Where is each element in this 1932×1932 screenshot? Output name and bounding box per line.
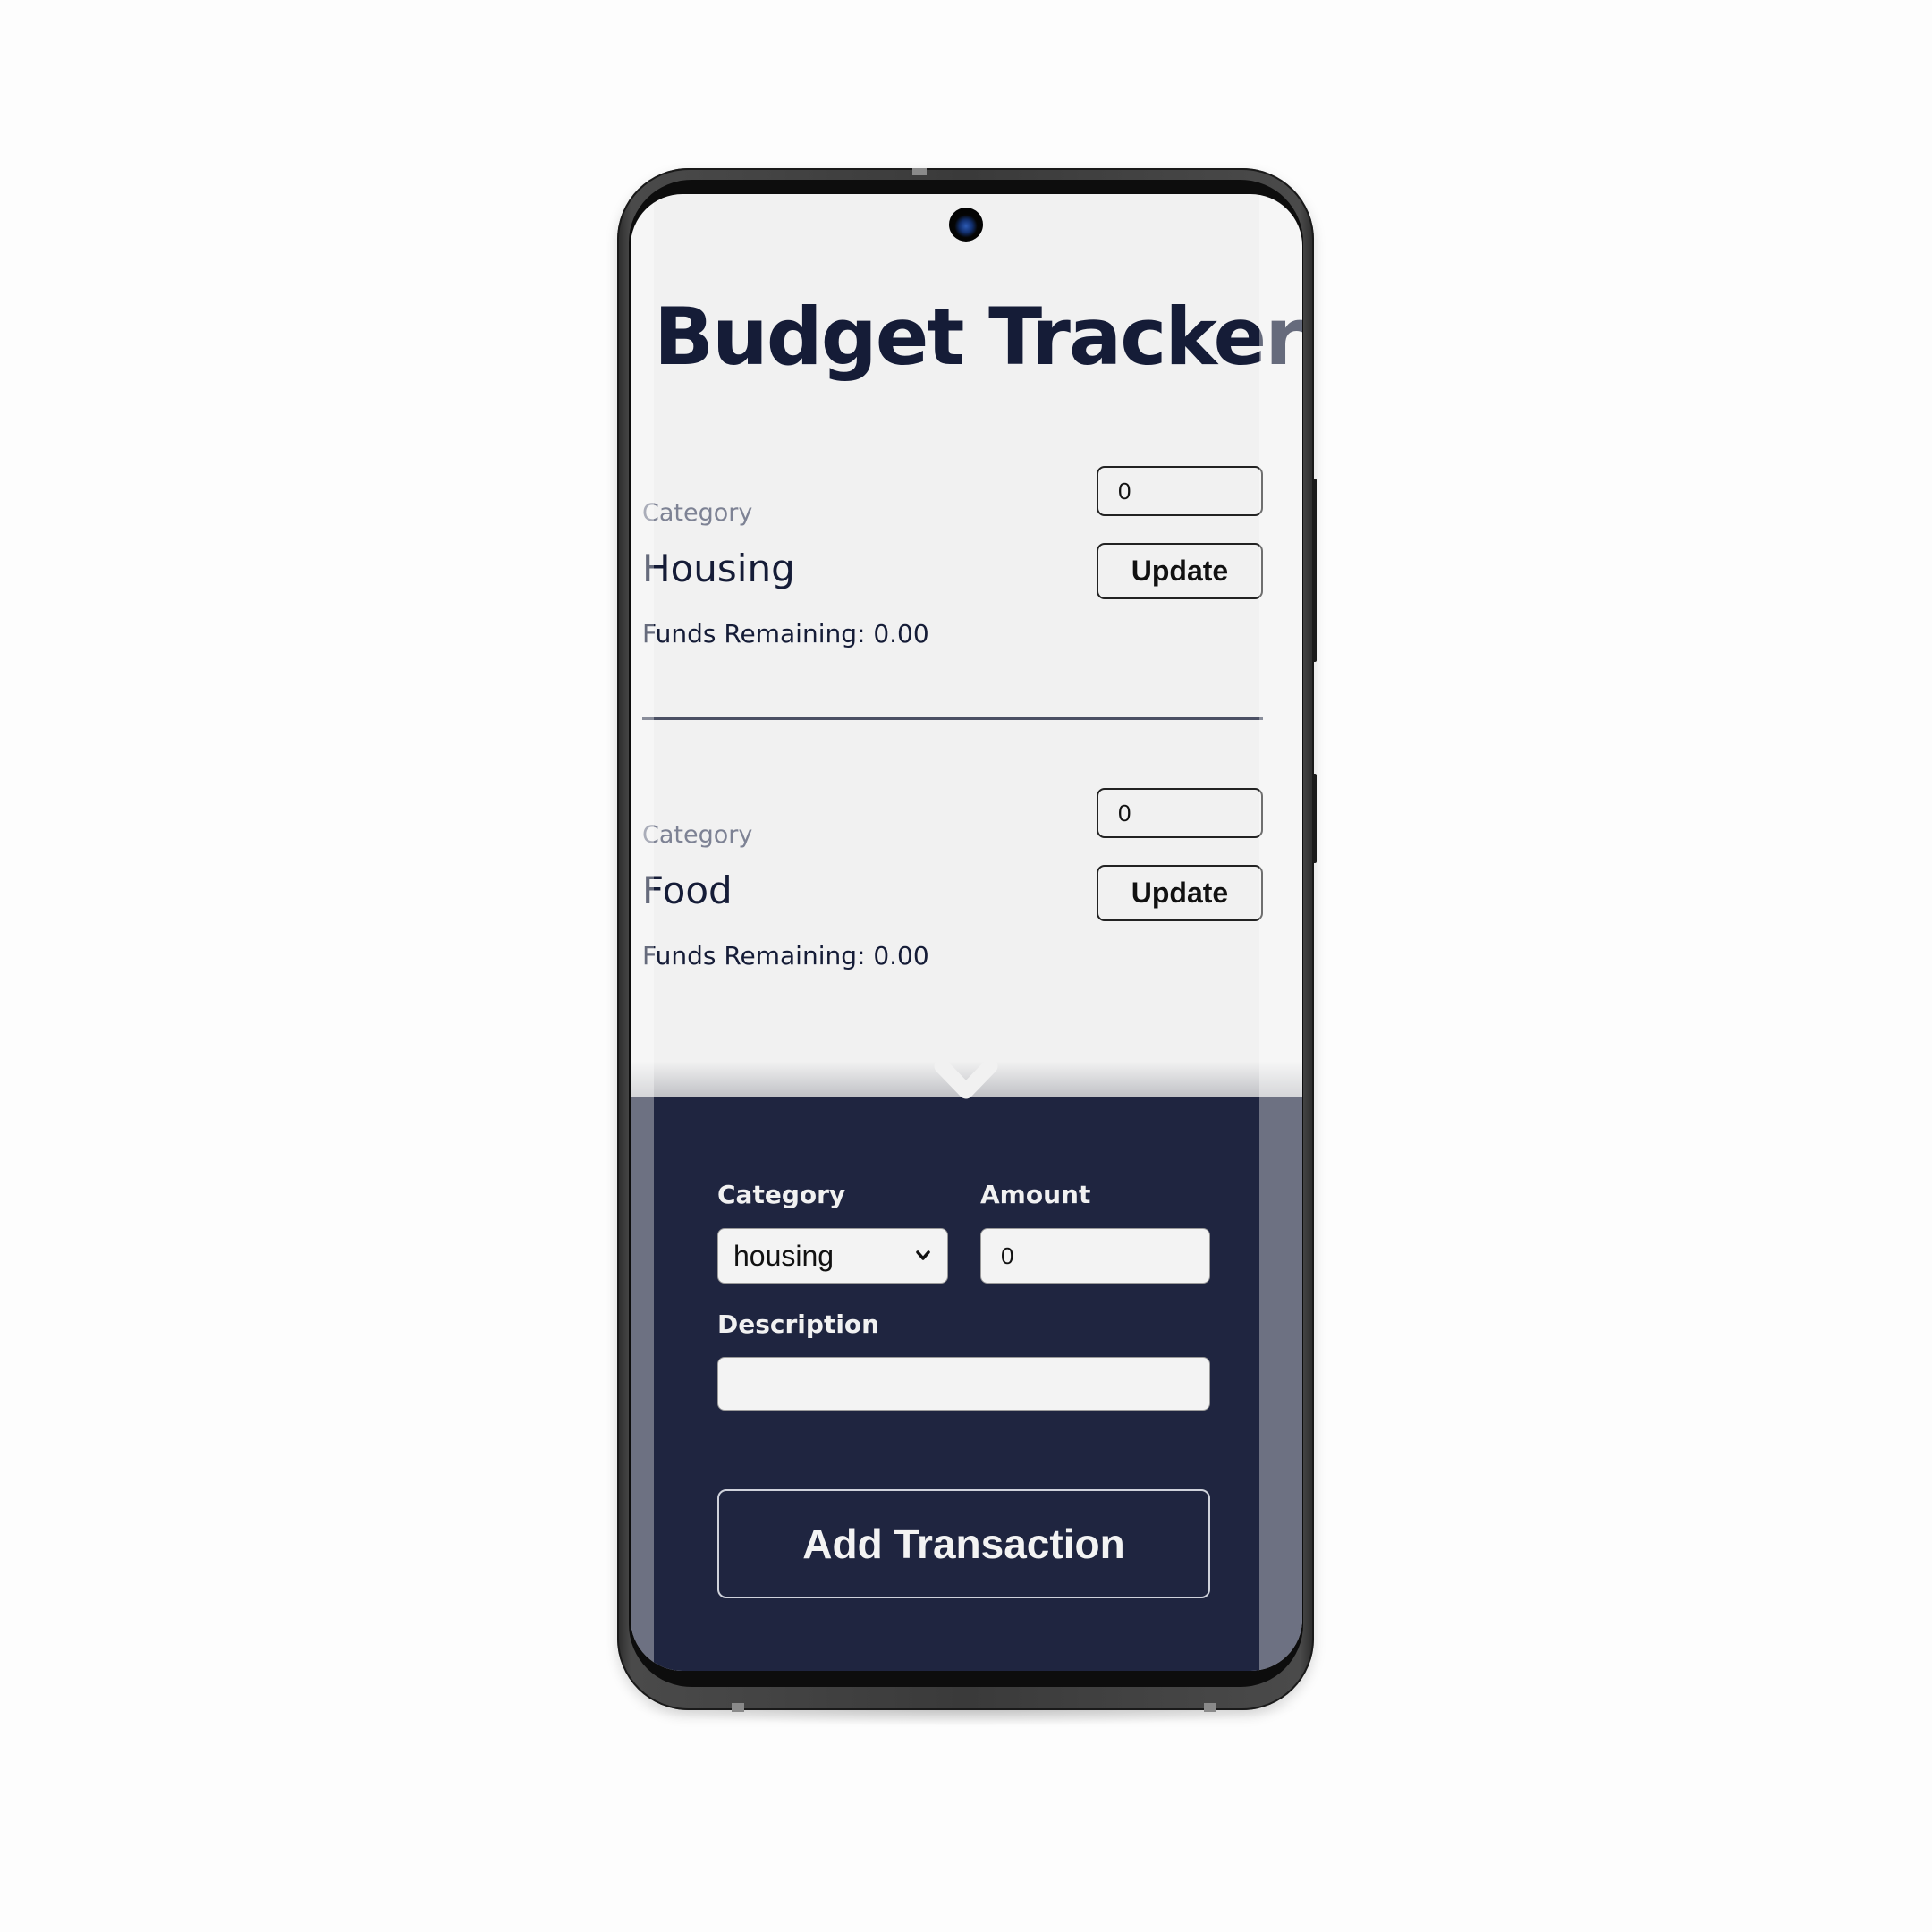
description-input[interactable] xyxy=(717,1357,1210,1411)
category-divider xyxy=(642,717,1263,720)
page-title: Budget Tracker xyxy=(654,291,1302,383)
category-name: Food xyxy=(642,869,733,912)
chevron-down-icon[interactable] xyxy=(933,1057,999,1104)
update-button[interactable]: Update xyxy=(1097,865,1263,921)
phone-top-sensor xyxy=(912,168,927,175)
update-button[interactable]: Update xyxy=(1097,543,1263,599)
power-button xyxy=(1312,774,1317,863)
transaction-panel: Category Amount housing Description Add … xyxy=(631,1058,1302,1671)
amount-input[interactable] xyxy=(980,1228,1210,1284)
category-name: Housing xyxy=(642,547,795,590)
chevron-down-icon xyxy=(916,1250,930,1260)
phone-screen: Budget Tracker Category Housing Funds Re… xyxy=(631,194,1302,1671)
category-select[interactable]: housing xyxy=(717,1228,948,1284)
add-transaction-button[interactable]: Add Transaction xyxy=(717,1489,1210,1598)
budget-input[interactable] xyxy=(1097,788,1263,838)
phone-bottom-port-left xyxy=(732,1703,744,1712)
category-select-value: housing xyxy=(733,1239,835,1272)
front-camera xyxy=(949,208,983,242)
phone-bottom-port-right xyxy=(1204,1703,1216,1712)
volume-button xyxy=(1312,479,1317,662)
description-field-label: Description xyxy=(717,1309,880,1339)
amount-field-label: Amount xyxy=(980,1180,1091,1209)
budget-input[interactable] xyxy=(1097,466,1263,516)
category-label: Category xyxy=(642,821,753,849)
funds-remaining: Funds Remaining: 0.00 xyxy=(642,941,929,970)
category-label: Category xyxy=(642,499,753,527)
category-field-label: Category xyxy=(717,1180,846,1209)
funds-remaining: Funds Remaining: 0.00 xyxy=(642,619,929,648)
